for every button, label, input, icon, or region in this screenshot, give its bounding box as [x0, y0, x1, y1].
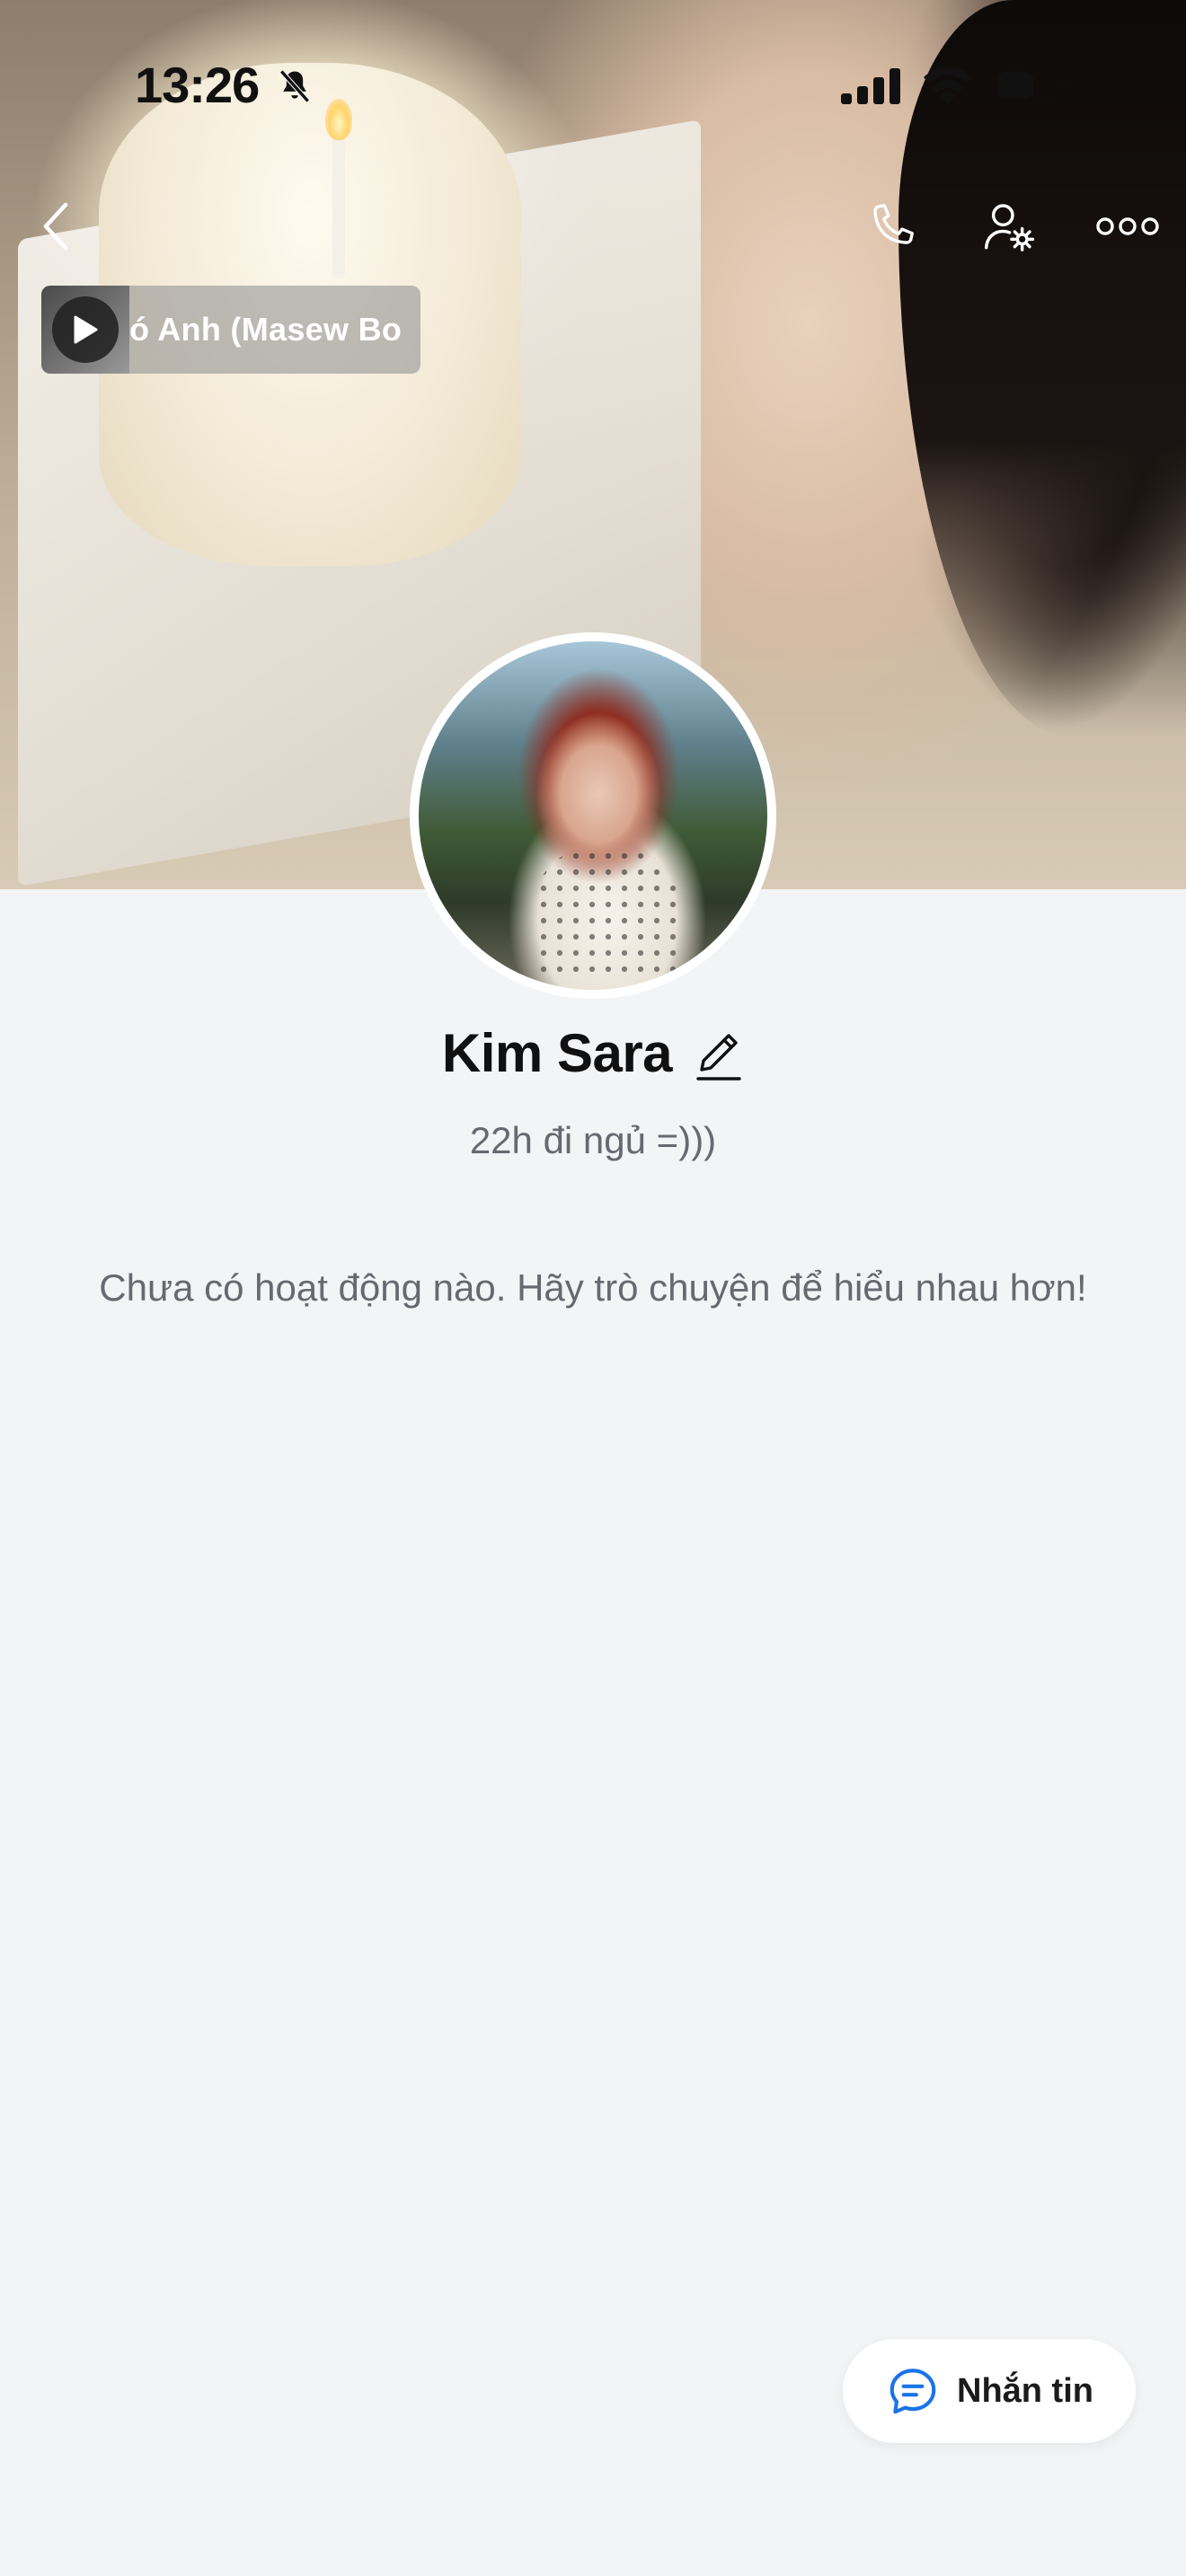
- profile-screen: 13:26 ó Anh (Masew Bo Kim Sara 22h đi ng…: [0, 0, 1186, 2576]
- play-icon: [74, 315, 98, 344]
- cover-candle: [332, 126, 345, 278]
- more-options-button[interactable]: [1094, 207, 1161, 246]
- more-horizontal-icon: [1096, 217, 1159, 235]
- chevron-left-icon: [43, 202, 68, 251]
- cover-candle-flame: [325, 99, 352, 140]
- music-thumbnail: [41, 286, 129, 374]
- edit-name-button[interactable]: [694, 1025, 744, 1082]
- signal-icon: [841, 68, 900, 104]
- wifi-icon: [924, 66, 972, 104]
- back-button[interactable]: [31, 198, 81, 255]
- chat-bubble-icon: [890, 2369, 936, 2414]
- phone-icon: [873, 204, 914, 244]
- music-title: ó Anh (Masew Bo: [129, 311, 403, 348]
- message-button-label: Nhắn tin: [957, 2371, 1093, 2410]
- user-settings-button[interactable]: [978, 196, 1040, 259]
- cover-handwriting: [0, 413, 11, 493]
- pencil-icon: [696, 1033, 741, 1081]
- timeline-empty-message: Chưa có hoạt động nào. Hãy trò chuyện để…: [99, 1266, 1087, 1309]
- bell-slash-icon: [279, 69, 310, 103]
- music-play-button[interactable]: [52, 296, 119, 363]
- avatar[interactable]: [410, 632, 776, 999]
- profile-bio: 22h đi ngủ =))): [469, 1119, 717, 1161]
- cover-hair: [898, 0, 1186, 737]
- user-settings-icon: [984, 204, 1035, 251]
- battery-icon: [992, 66, 1070, 104]
- avatar-dress-pattern: [535, 848, 679, 983]
- avatar-photo: [419, 641, 767, 990]
- profile-music-player[interactable]: ó Anh (Masew Bo: [41, 286, 420, 374]
- profile-name-row: Kim Sara: [0, 1022, 1186, 1084]
- message-button[interactable]: Nhắn tin: [843, 2339, 1136, 2443]
- profile-name: Kim Sara: [441, 1023, 673, 1083]
- status-time: 13:26: [135, 57, 260, 113]
- call-button[interactable]: [859, 198, 924, 255]
